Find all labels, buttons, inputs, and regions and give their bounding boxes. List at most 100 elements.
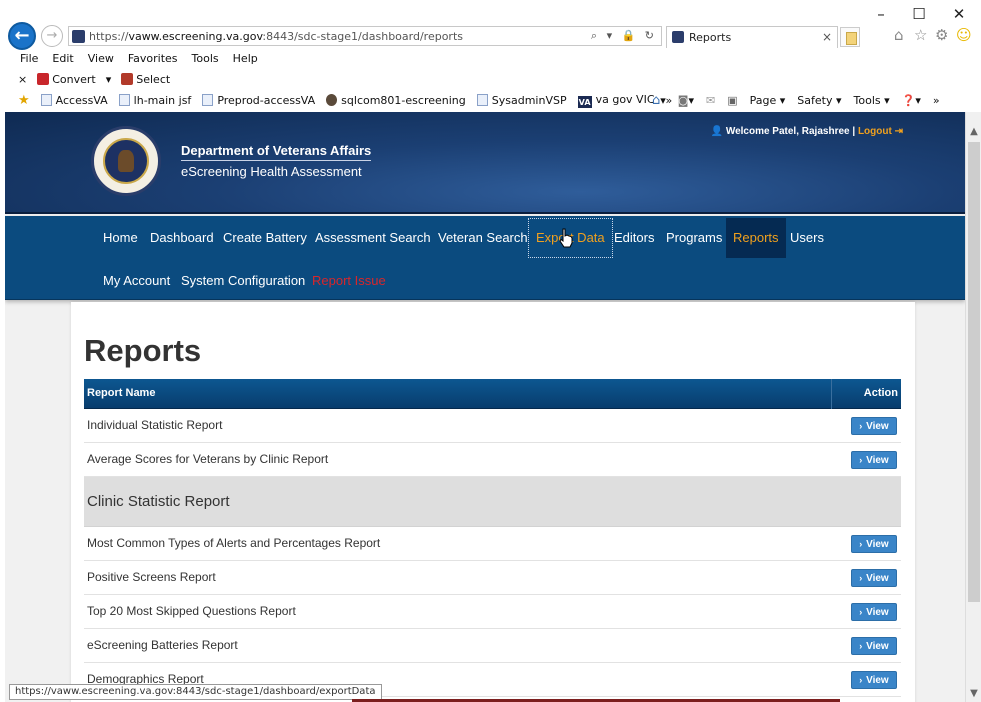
nav-reports[interactable]: Reports	[726, 218, 786, 258]
nav-users[interactable]: Users	[783, 218, 831, 258]
command-toolbar: ⌂▾ ◙▾ ✉ ▣ Page ▾ Safety ▾ Tools ▾ ❓▾ »	[652, 92, 940, 108]
report-name: Average Scores for Veterans by Clinic Re…	[87, 452, 329, 466]
convert-button[interactable]: Convert	[37, 72, 96, 86]
view-report-button[interactable]: › View	[851, 603, 897, 621]
favorites-star-icon[interactable]: ☆	[914, 26, 927, 44]
menu-bar: File Edit View Favorites Tools Help	[20, 52, 258, 68]
address-bar[interactable]: https://vaww.escreening.va.gov:8443/sdc-…	[68, 26, 662, 46]
nav-dashboard[interactable]: Dashboard	[143, 218, 221, 258]
scroll-down-icon[interactable]: ▼	[968, 688, 980, 700]
back-arrow-icon[interactable]: ←	[8, 22, 36, 50]
nav-veteran-search[interactable]: Veteran Search	[431, 218, 535, 258]
reports-panel: Reports Report Name Action Individual St…	[71, 302, 915, 702]
nav-create-battery[interactable]: Create Battery	[216, 218, 314, 258]
main-nav: Home Dashboard Create Battery Assessment…	[5, 216, 965, 300]
page-title: Reports	[84, 333, 202, 368]
ie-page-icon	[40, 93, 52, 106]
view-report-button[interactable]: › View	[851, 671, 897, 689]
fav-lh-main[interactable]: lh-main jsf	[118, 93, 191, 107]
site-header: Department of Veterans Affairs eScreenin…	[5, 112, 965, 214]
home-icon[interactable]: ⌂	[894, 26, 904, 44]
welcome-text: Welcome Patel, Rajashree	[725, 126, 850, 137]
scroll-up-icon[interactable]: ▲	[968, 126, 980, 138]
hand-cursor-icon	[559, 228, 573, 248]
report-group-row: Clinic Statistic Report	[84, 477, 901, 527]
view-report-button[interactable]: › View	[851, 637, 897, 655]
ie-page-icon	[476, 93, 488, 106]
feeds-tool[interactable]: ◙▾	[678, 94, 694, 107]
add-favorite-star-icon[interactable]: ★	[18, 93, 30, 108]
fav-sqlcom801[interactable]: sqlcom801-escreening	[326, 93, 466, 107]
org-name: Department of Veterans Affairs	[181, 143, 372, 161]
menu-help[interactable]: Help	[233, 52, 258, 68]
home-tool[interactable]: ⌂▾	[652, 93, 666, 108]
view-report-button[interactable]: › View	[851, 569, 897, 587]
nav-programs[interactable]: Programs	[659, 218, 729, 258]
nav-system-configuration[interactable]: System Configuration	[174, 261, 312, 301]
nav-my-account[interactable]: My Account	[96, 261, 177, 301]
print-tool[interactable]: ▣	[727, 94, 737, 107]
toolbar-overflow-icon[interactable]: »	[933, 94, 940, 107]
view-report-button[interactable]: › View	[851, 535, 897, 553]
pdf-icon	[37, 72, 50, 85]
command-bar: × Convert ▾ Select	[18, 71, 170, 87]
help-circle-icon: ❓	[901, 93, 916, 107]
nav-home[interactable]: Home	[96, 218, 145, 258]
fav-va-gov-vic[interactable]: VA va gov VIC	[577, 93, 655, 108]
view-report-button[interactable]: › View	[851, 417, 897, 435]
tools-menu[interactable]: Tools ▾	[854, 94, 890, 107]
table-body: Individual Statistic Report › View Average…	[84, 409, 901, 697]
select-label: Select	[136, 72, 171, 86]
tool-arrow: ▾	[688, 93, 695, 107]
page-menu[interactable]: Page ▾	[750, 94, 786, 107]
fav-label: Preprod-accessVA	[217, 93, 316, 107]
select-button[interactable]: Select	[121, 72, 171, 86]
report-row: Top 20 Most Skipped Questions Report › Vi…	[84, 595, 901, 629]
minimize-button[interactable]: –	[866, 4, 896, 24]
url-path: :8443/sdc-stage1/dashboard/reports	[262, 30, 463, 43]
menu-tools[interactable]: Tools	[192, 52, 219, 68]
forward-arrow-icon[interactable]: →	[41, 25, 63, 47]
nav-assessment-search[interactable]: Assessment Search	[308, 218, 438, 258]
help-tool[interactable]: ❓▾	[902, 94, 921, 107]
fav-preprod-accessva[interactable]: Preprod-accessVA	[202, 93, 316, 107]
fav-sysadminvsp[interactable]: SysadminVSP	[476, 93, 567, 107]
scroll-thumb[interactable]	[968, 142, 980, 602]
view-report-button[interactable]: › View	[851, 451, 897, 469]
column-divider	[831, 379, 832, 409]
va-seal-logo	[91, 126, 161, 196]
new-tab-button[interactable]	[840, 27, 860, 47]
report-name: Top 20 Most Skipped Questions Report	[87, 604, 296, 618]
feedback-smiley-icon[interactable]: ☺	[956, 26, 972, 44]
address-url[interactable]: https://vaww.escreening.va.gov:8443/sdc-…	[89, 30, 463, 43]
logout-label: Logout	[857, 126, 892, 137]
tab-close-icon[interactable]: ×	[822, 30, 832, 44]
tab-reports[interactable]: Reports ×	[666, 26, 838, 48]
convert-dropdown-icon[interactable]: ▾	[106, 73, 112, 86]
maximize-button[interactable]: ☐	[904, 4, 934, 24]
welcome-area: 👤 Welcome Patel, Rajashree | Logout ⇥	[711, 126, 903, 137]
tool-arrow: ▾	[915, 93, 921, 107]
view-label: View	[866, 607, 889, 618]
ie-page-icon	[202, 93, 214, 106]
nav-editors[interactable]: Editors	[607, 218, 661, 258]
mail-tool[interactable]: ✉	[706, 94, 715, 107]
menu-favorites[interactable]: Favorites	[128, 52, 178, 68]
report-row: Most Common Types of Alerts and Percenta…	[84, 527, 901, 561]
close-toolbar-icon[interactable]: ×	[18, 73, 27, 86]
fav-accessva[interactable]: AccessVA	[40, 93, 108, 107]
settings-gear-icon[interactable]: ⚙	[935, 26, 948, 44]
address-actions-icon[interactable]: ⌕ ▾ 🔒 ↻	[591, 29, 657, 43]
menu-view[interactable]: View	[88, 52, 114, 68]
view-label: View	[866, 675, 889, 686]
logout-link[interactable]: Logout ⇥	[858, 126, 903, 137]
close-window-button[interactable]: ✕	[944, 4, 974, 24]
safety-menu[interactable]: Safety ▾	[797, 94, 841, 107]
menu-edit[interactable]: Edit	[52, 52, 73, 68]
tool-arrow: ▾	[660, 93, 666, 107]
nav-report-issue[interactable]: Report Issue	[305, 261, 393, 301]
mail-icon: ✉	[706, 93, 716, 107]
fav-label: sqlcom801-escreening	[341, 93, 466, 107]
menu-file[interactable]: File	[20, 52, 38, 68]
vertical-scrollbar[interactable]: ▲ ▼	[965, 112, 981, 702]
